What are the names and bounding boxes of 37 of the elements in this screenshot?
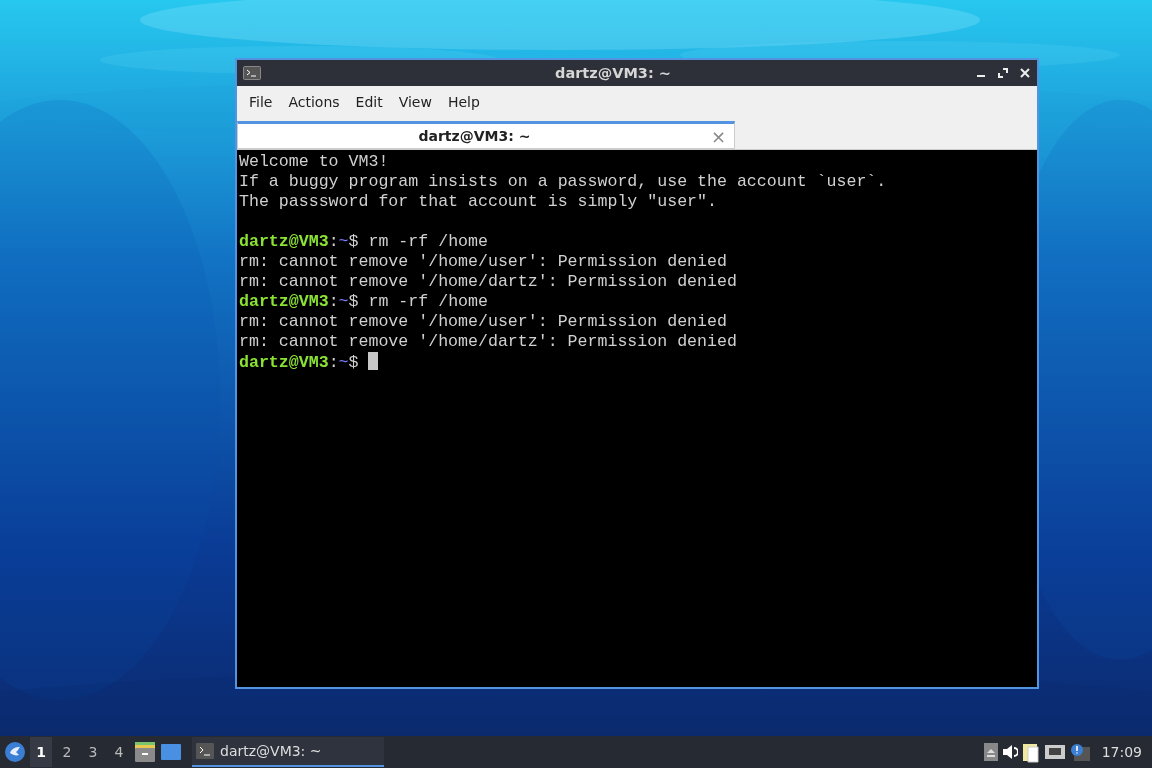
terminal-line: The passsword for that account is simply "user". [239, 192, 718, 212]
terminal-line: rm: cannot remove '/home/user': Permission denied [239, 312, 728, 332]
terminal-line: rm: cannot remove '/home/dartz': Permission denied [239, 332, 738, 352]
terminal-line: If a buggy program insists on a password, use the account `user`. [239, 172, 888, 192]
menu-item[interactable]: Actions [280, 93, 348, 110]
clock: 17:09 [1101, 744, 1142, 760]
workspace-button[interactable]: 3 [82, 737, 104, 767]
tab[interactable]: dartz@VM3: ~ × [237, 121, 735, 149]
network-icon[interactable] [1043, 743, 1066, 761]
desktop-icon[interactable] [160, 741, 182, 763]
terminal-icon [243, 66, 261, 80]
terminal-line: rm: cannot remove '/home/dartz': Permission denied [239, 272, 738, 292]
terminal-line: Welcome to VM3! [239, 152, 390, 172]
eject-icon[interactable] [983, 743, 998, 761]
workspace-button[interactable]: 1 [30, 737, 52, 767]
terminal-icon [196, 743, 214, 759]
terminal-line: dartz@VM3:~$ [239, 353, 360, 372]
terminal-screen[interactable] [237, 150, 1037, 687]
close-tab-button[interactable]: × [710, 125, 726, 147]
notification-icon[interactable] [1069, 743, 1092, 761]
menu-item[interactable]: Help [439, 93, 488, 110]
app-menu-icon[interactable] [4, 741, 26, 763]
file-cabinet-icon[interactable] [134, 741, 156, 763]
maximize-button[interactable] [997, 67, 1009, 79]
menu-item[interactable]: View [390, 93, 440, 110]
close-button[interactable] [1019, 67, 1031, 79]
workspace-button[interactable]: 2 [56, 737, 78, 767]
window-title: dartz@VM3: ~ [554, 65, 672, 81]
menu-item[interactable]: File [241, 93, 281, 110]
menu-item[interactable]: Edit [347, 93, 391, 110]
terminal-line: dartz@VM3:~$ rm -rf /home [239, 292, 488, 311]
terminal-line: dartz@VM3:~$ rm -rf /home [239, 232, 488, 251]
terminal-line: rm: cannot remove '/home/user': Permission denied [239, 252, 728, 272]
clipboard-icon[interactable] [1021, 741, 1040, 763]
volume-icon[interactable] [1001, 743, 1018, 761]
workspace-button[interactable]: 4 [108, 737, 130, 767]
taskbar-task-button[interactable]: dartz@VM3: ~ [192, 737, 384, 767]
